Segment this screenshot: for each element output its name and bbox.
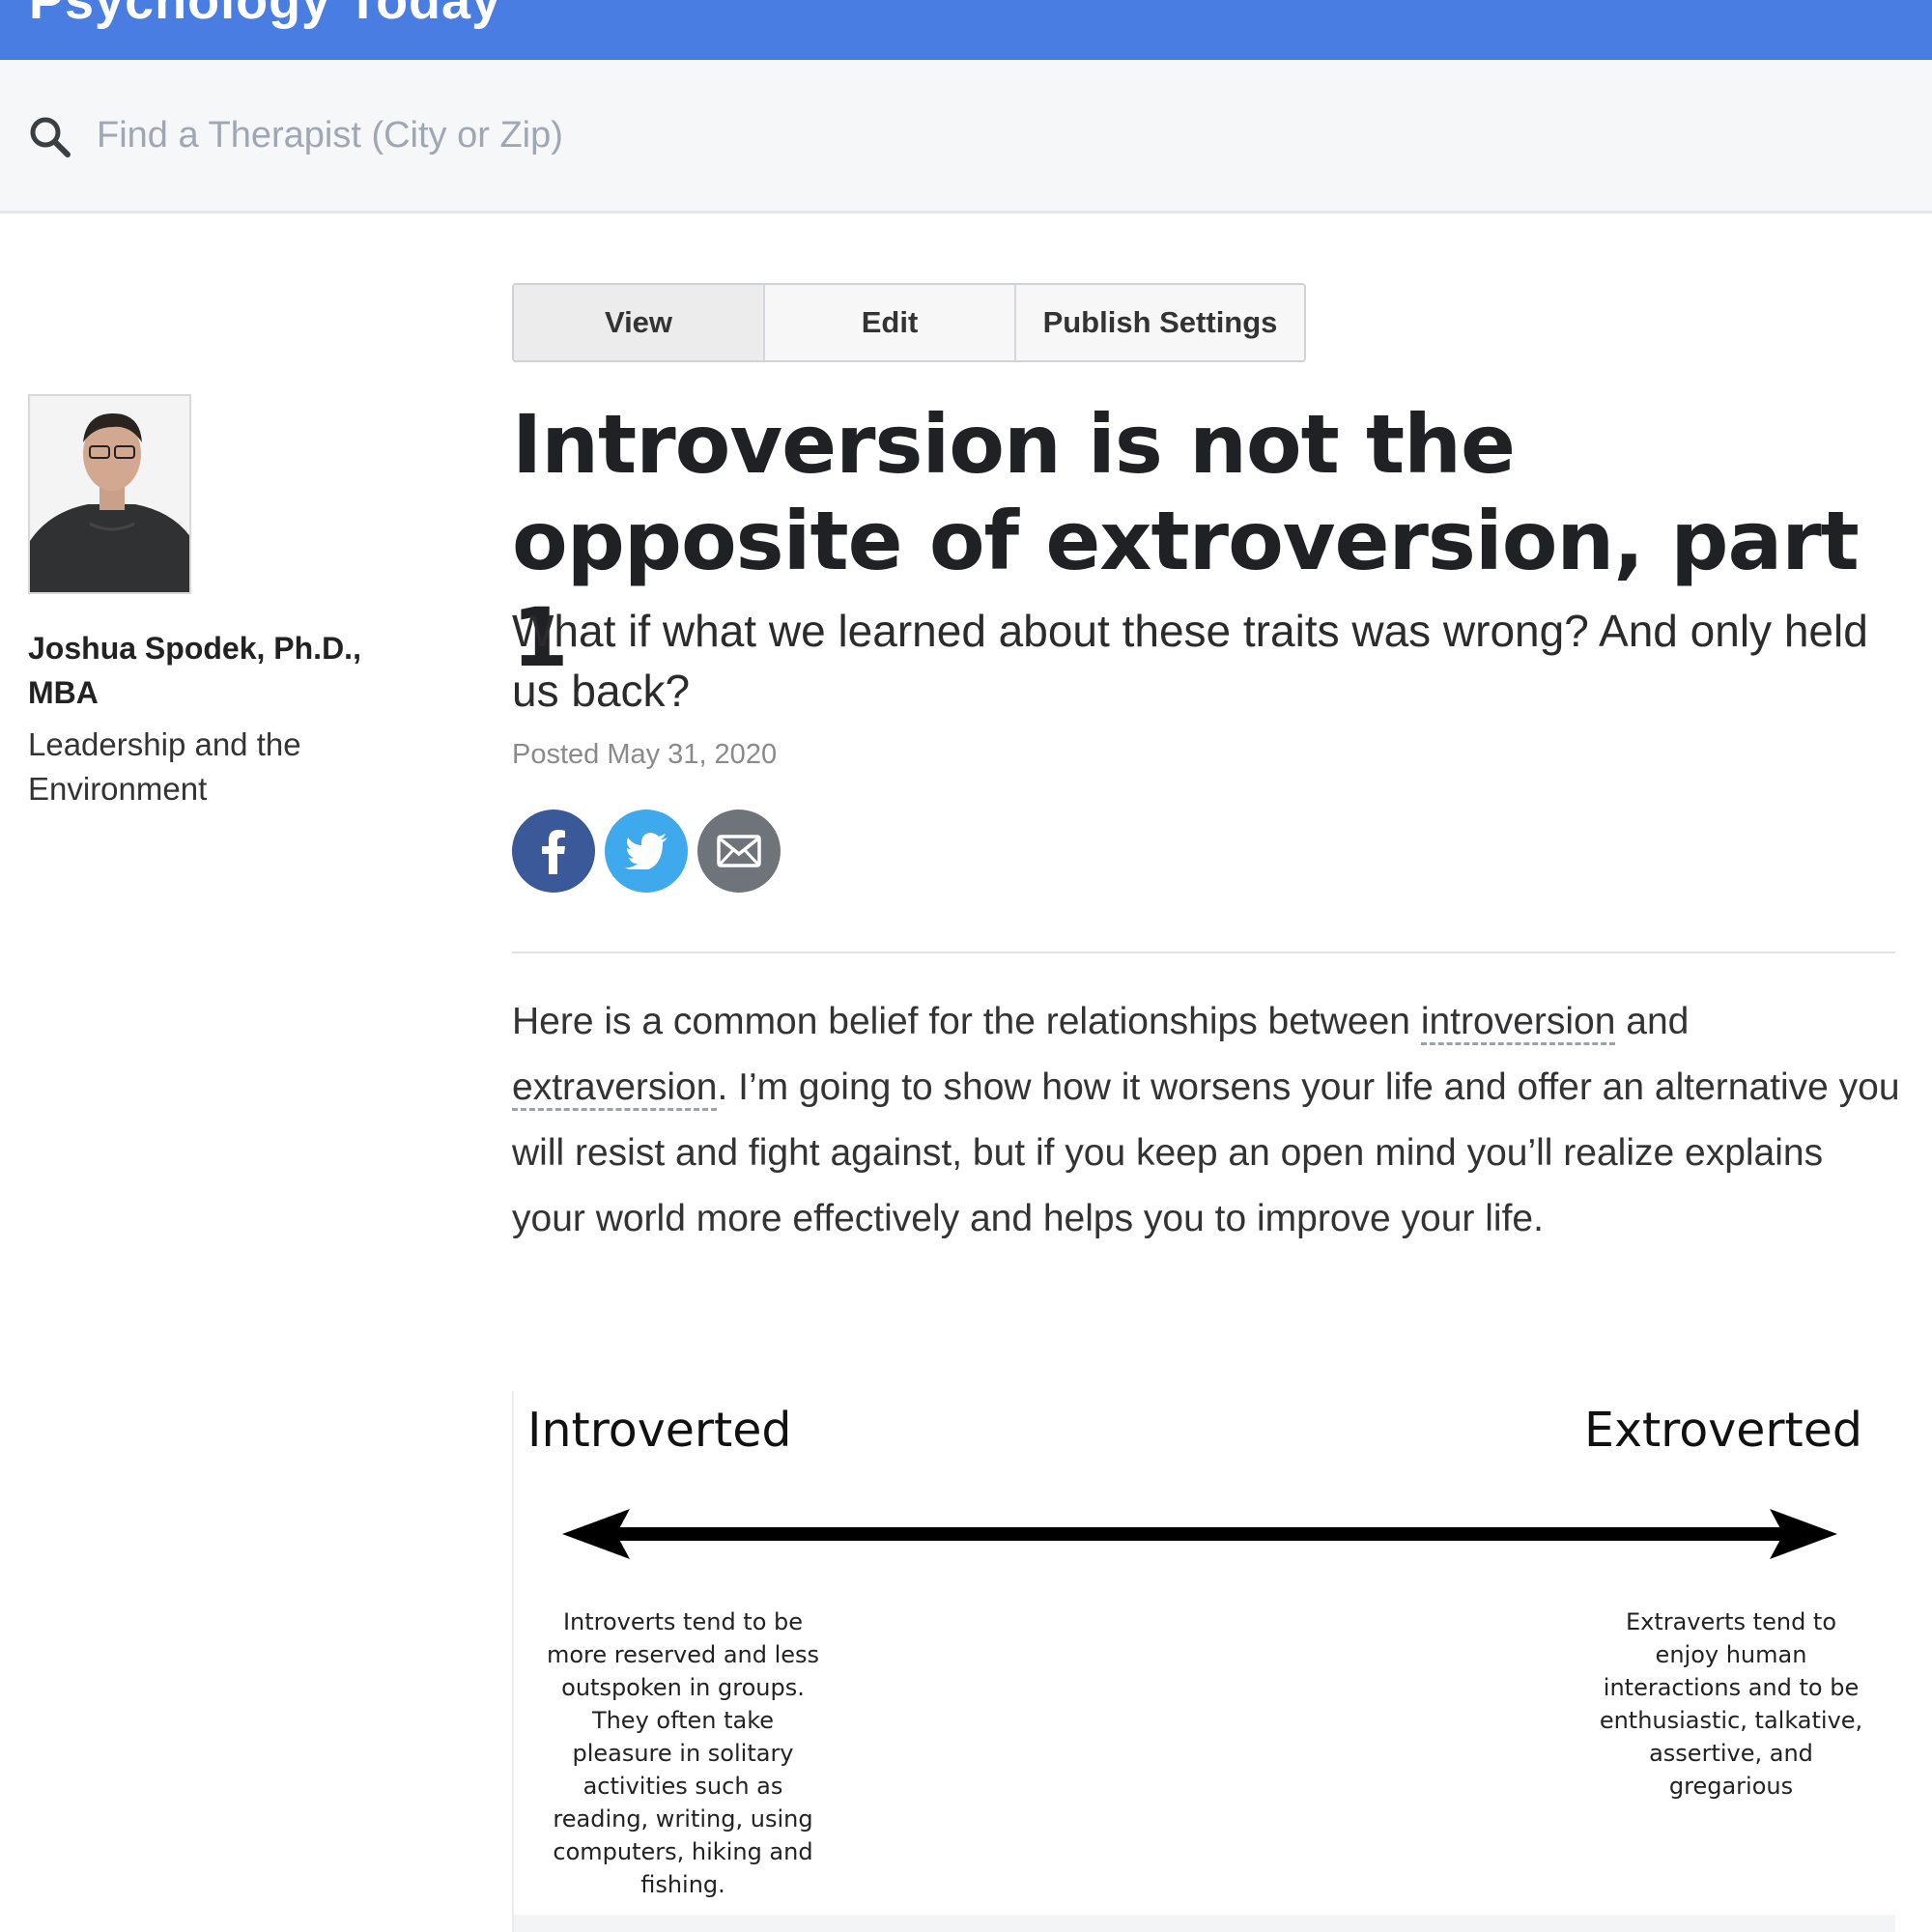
paragraph-text: and — [1615, 1001, 1690, 1042]
therapist-search-bar — [0, 60, 1932, 213]
term-introversion-link[interactable]: introversion — [1420, 1001, 1616, 1045]
spectrum-arrow — [562, 1509, 1837, 1559]
email-icon — [717, 835, 761, 867]
author-name[interactable]: Joshua Spodek, Ph.D., MBA — [28, 626, 434, 715]
paragraph-text: Here is a common belief for the relation… — [512, 1001, 1421, 1042]
twitter-share-button[interactable] — [605, 810, 688, 893]
tab-view[interactable]: View — [514, 285, 765, 360]
author-photo — [30, 396, 189, 592]
article-subtitle: What if what we learned about these trai… — [512, 606, 1868, 716]
tab-publish-settings[interactable]: Publish Settings — [1016, 285, 1304, 360]
facebook-share-button[interactable] — [512, 810, 595, 893]
paragraph-text: . I’m going to show how it worsens your … — [512, 1066, 1900, 1239]
search-icon[interactable] — [27, 114, 71, 158]
email-share-button[interactable] — [697, 810, 781, 893]
header-divider — [512, 952, 1895, 953]
author-avatar[interactable] — [28, 394, 191, 594]
edit-mode-tabs: View Edit Publish Settings — [512, 283, 1306, 362]
facebook-icon — [542, 830, 565, 874]
figure-label-introverted: Introverted — [527, 1403, 792, 1458]
tab-edit[interactable]: Edit — [765, 285, 1016, 360]
term-extraversion-link[interactable]: extraversion — [512, 1066, 718, 1111]
twitter-icon — [625, 833, 668, 869]
figure-bottom-edge — [514, 1915, 1895, 1932]
figure-introvert-description: Introverts tend to be more reserved and … — [546, 1608, 820, 1898]
site-header: Psychology Today — [0, 0, 1932, 60]
share-buttons — [512, 810, 781, 893]
introversion-extroversion-figure: Introverted Extroverted Introverts tend … — [512, 1391, 1895, 1932]
article-paragraph: Here is a common belief for the relation… — [512, 989, 1903, 1252]
therapist-search-input[interactable] — [97, 106, 966, 164]
posted-date: Posted May 31, 2020 — [512, 739, 778, 770]
figure-label-extroverted: Extroverted — [1584, 1403, 1862, 1458]
figure-extravert-description: Extraverts tend to enjoy human interacti… — [1599, 1608, 1863, 1800]
author-blog-name[interactable]: Leadership and the Environment — [28, 723, 434, 811]
site-logo[interactable]: Psychology Today — [29, 0, 501, 31]
